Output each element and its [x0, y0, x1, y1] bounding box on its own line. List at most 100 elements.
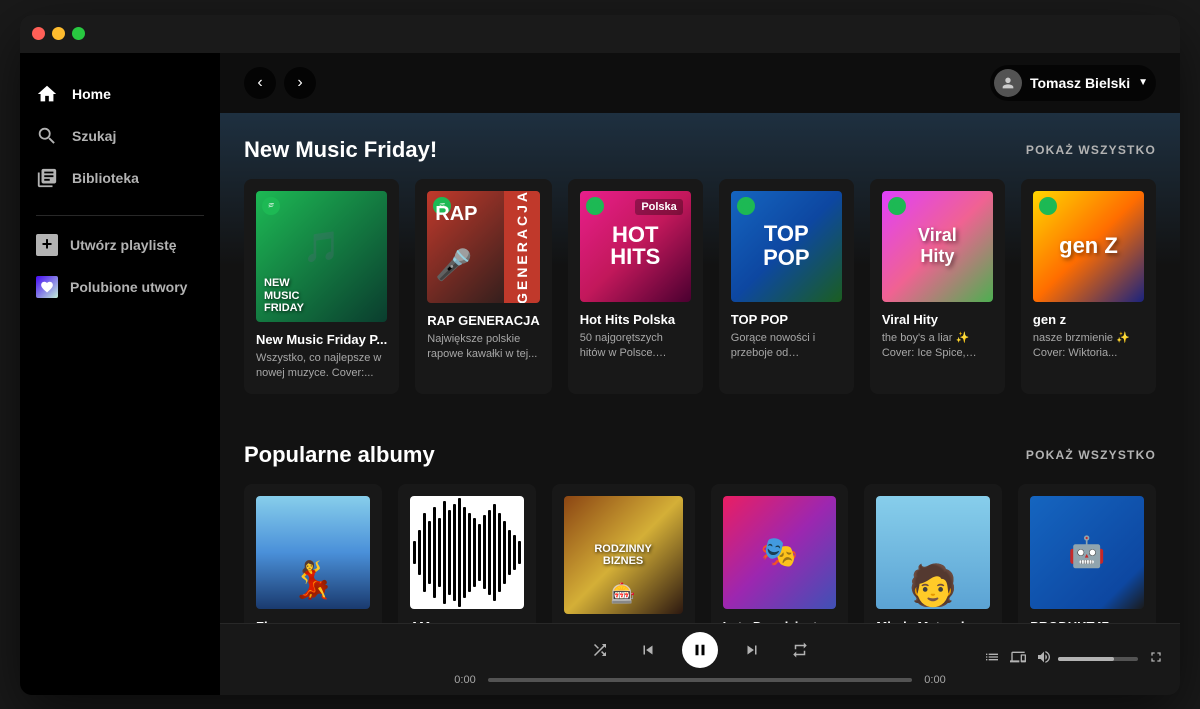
- add-playlist-icon: +: [36, 234, 58, 256]
- player-center: 0:00 0:00: [436, 632, 964, 686]
- fullscreen-icon[interactable]: [1148, 649, 1164, 669]
- card-am[interactable]: AM Arctic Monkeys: [398, 484, 536, 623]
- heart-icon: [36, 276, 58, 298]
- spotify-badge-friday: [262, 197, 280, 215]
- card-mlody-matczak[interactable]: 🧑 Młody Matczak Mata: [864, 484, 1002, 623]
- back-button[interactable]: ‹: [244, 67, 276, 99]
- player-bar: 0:00 0:00: [220, 623, 1180, 695]
- waveform: [410, 496, 524, 610]
- card-image-toppop: TOPPOP: [731, 191, 842, 302]
- popular-albums-show-all[interactable]: Pokaż wszystko: [1026, 448, 1156, 462]
- sidebar: Home Szukaj Biblio: [20, 53, 220, 695]
- create-playlist-label: Utwórz playlistę: [70, 237, 177, 253]
- new-music-grid: NEWMUSICFRIDAY 🎵 New Music Friday P... W…: [244, 179, 1156, 394]
- queue-icon[interactable]: [984, 649, 1000, 669]
- card-subtitle-genz: nasze brzmienie ✨ Cover: Wiktoria...: [1033, 331, 1144, 362]
- card-title-rap: RAP GENERACJA: [427, 313, 539, 328]
- new-music-section: New Music Friday! Pokaż wszystko: [220, 113, 1180, 418]
- card-produkt47[interactable]: 🤖 PRODUKT47 Oki: [1018, 484, 1156, 623]
- new-music-show-all[interactable]: Pokaż wszystko: [1026, 143, 1156, 157]
- home-icon: [36, 83, 58, 105]
- card-flowers[interactable]: 💃 Flowers Miley Cyrus: [244, 484, 382, 623]
- maximize-button[interactable]: [72, 27, 85, 40]
- sidebar-item-search[interactable]: Szukaj: [20, 115, 220, 157]
- new-music-title: New Music Friday!: [244, 137, 437, 163]
- volume-icon[interactable]: [1036, 649, 1052, 669]
- card-rodzinny-biznes[interactable]: RODZINNYBIZNES 🎰 RODZINNY BIZNES 2115, B…: [552, 484, 695, 623]
- player-controls: [586, 632, 814, 668]
- traffic-lights: [32, 27, 85, 40]
- card-hot-hits[interactable]: Polska HOTHITS Hot Hits Polska 50 najgor…: [568, 179, 703, 394]
- card-title-hothits: Hot Hits Polska: [580, 312, 691, 327]
- volume-track[interactable]: [1058, 657, 1138, 661]
- card-subtitle-toppop: Gorące nowości i przeboje od światowyc..…: [731, 331, 842, 362]
- popular-albums-section: Popularne albumy Pokaż wszystko 💃 Flower…: [220, 418, 1180, 623]
- progress-container: 0:00 0:00: [450, 674, 950, 686]
- chevron-down-icon: ▼: [1138, 77, 1148, 88]
- spotify-badge-toppop: [737, 197, 755, 215]
- card-image-genz: gen Z: [1033, 191, 1144, 302]
- sidebar-library-label: Biblioteka: [72, 170, 139, 186]
- card-image-rap: GENERACJA RAP 🎤: [427, 191, 539, 303]
- user-area[interactable]: Tomasz Bielski ▼: [990, 65, 1156, 101]
- sidebar-item-library[interactable]: Biblioteka: [20, 157, 220, 199]
- card-title-genz: gen z: [1033, 312, 1144, 327]
- new-music-header: New Music Friday! Pokaż wszystko: [244, 113, 1156, 163]
- avatar: [994, 69, 1022, 97]
- card-top-pop[interactable]: TOPPOP TOP POP Gorące nowości i przeboje…: [719, 179, 854, 394]
- progress-track[interactable]: [488, 678, 912, 682]
- spotify-badge-hothits: [586, 197, 604, 215]
- popular-albums-grid: 💃 Flowers Miley Cyrus: [244, 484, 1156, 623]
- forward-button[interactable]: ›: [284, 67, 316, 99]
- main-layout: Home Szukaj Biblio: [20, 53, 1180, 695]
- devices-icon[interactable]: [1010, 649, 1026, 669]
- nav-arrows: ‹ ›: [244, 67, 316, 99]
- card-image-biznes: RODZINNYBIZNES 🎰: [564, 496, 683, 615]
- search-icon: [36, 125, 58, 147]
- card-title-viral: Viral Hity: [882, 312, 993, 327]
- liked-songs-label: Polubione utwory: [70, 279, 187, 295]
- user-name: Tomasz Bielski: [1030, 75, 1130, 91]
- time-current: 0:00: [450, 674, 480, 686]
- previous-button[interactable]: [634, 636, 662, 664]
- minimize-button[interactable]: [52, 27, 65, 40]
- time-total: 0:00: [920, 674, 950, 686]
- popular-albums-header: Popularne albumy Pokaż wszystko: [244, 418, 1156, 468]
- card-new-music-friday[interactable]: NEWMUSICFRIDAY 🎵 New Music Friday P... W…: [244, 179, 399, 394]
- app-window: Home Szukaj Biblio: [20, 15, 1180, 695]
- right-icons: [984, 649, 1164, 669]
- card-image-flowers: 💃: [256, 496, 370, 610]
- sidebar-nav: Home Szukaj Biblio: [20, 65, 220, 207]
- volume-fill: [1058, 657, 1114, 661]
- topbar: ‹ › Tomasz Bielski ▼: [220, 53, 1180, 113]
- sidebar-item-home[interactable]: Home: [20, 73, 220, 115]
- sidebar-divider: [36, 215, 204, 216]
- next-button[interactable]: [738, 636, 766, 664]
- shuffle-button[interactable]: [586, 636, 614, 664]
- main-content: New Music Friday! Pokaż wszystko: [220, 113, 1180, 623]
- sidebar-liked-songs[interactable]: Polubione utwory: [20, 266, 220, 308]
- repeat-button[interactable]: [786, 636, 814, 664]
- card-gen-z[interactable]: gen Z gen z nasze brzmienie ✨ Cover: Wik…: [1021, 179, 1156, 394]
- card-image-produkt: 🤖: [1030, 496, 1144, 610]
- sidebar-create-playlist[interactable]: + Utwórz playlistę: [20, 224, 220, 266]
- card-image-friday: NEWMUSICFRIDAY 🎵: [256, 191, 387, 322]
- card-title-toppop: TOP POP: [731, 312, 842, 327]
- library-icon: [36, 167, 58, 189]
- play-pause-button[interactable]: [682, 632, 718, 668]
- player-right: [964, 649, 1164, 669]
- card-image-am: [410, 496, 524, 610]
- spotify-badge-genz: [1039, 197, 1057, 215]
- card-image-mata: 🧑: [876, 496, 990, 610]
- card-subtitle-viral: the boy's a liar ✨ Cover: Ice Spice, Pin…: [882, 331, 993, 362]
- titlebar: [20, 15, 1180, 53]
- card-viral-hity[interactable]: ViralHity Viral Hity the boy's a liar ✨ …: [870, 179, 1005, 394]
- card-subtitle-hothits: 50 najgorętszych hitów w Polsce. Cover: …: [580, 331, 691, 362]
- card-subtitle-friday: Wszystko, co najlepsze w nowej muzyce. C…: [256, 351, 387, 382]
- sidebar-home-label: Home: [72, 86, 111, 102]
- card-subtitle-rap: Największe polskie rapowe kawałki w tej.…: [427, 332, 539, 363]
- close-button[interactable]: [32, 27, 45, 40]
- card-rap-generacja[interactable]: GENERACJA RAP 🎤 RAP GENERACJA Największe…: [415, 179, 551, 394]
- sidebar-search-label: Szukaj: [72, 128, 116, 144]
- card-lata-dwudzieste[interactable]: 🎭 Lata Dwudzieste Dawid Podsiadło: [711, 484, 849, 623]
